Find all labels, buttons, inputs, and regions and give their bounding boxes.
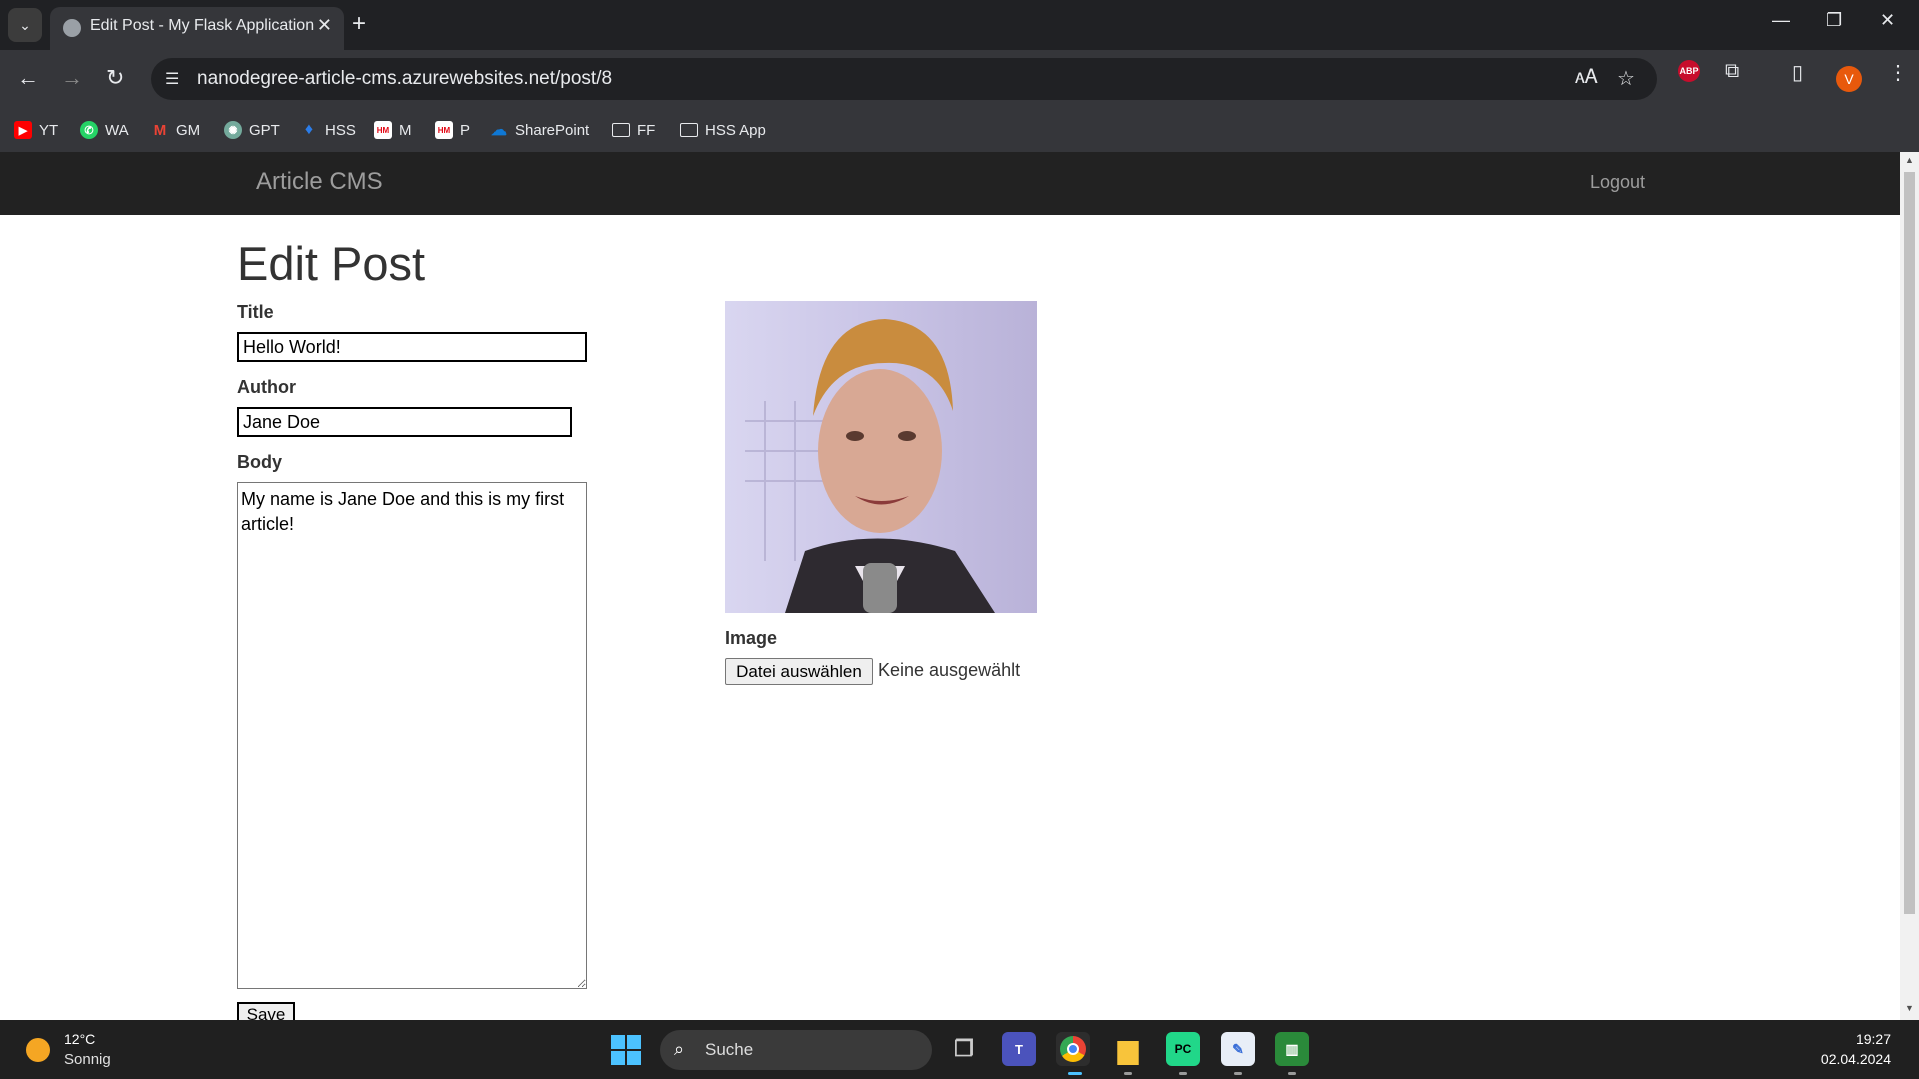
bookmark-wa[interactable]: ✆ WA (80, 108, 129, 152)
logout-link[interactable]: Logout (1590, 172, 1645, 193)
bookmark-m[interactable]: HM M (374, 108, 412, 152)
profile-avatar[interactable]: V (1836, 66, 1862, 92)
tab-title: Edit Post - My Flask Application (90, 17, 315, 34)
app-indicator (1124, 1072, 1132, 1075)
app-indicator (1288, 1072, 1296, 1075)
restore-icon[interactable]: ❐ (1826, 10, 1842, 31)
spreadsheet-icon[interactable]: ▥ (1275, 1032, 1309, 1066)
bookmark-label: M (399, 121, 412, 139)
search-placeholder: Suche (705, 1040, 754, 1059)
youtube-icon: ▶ (14, 121, 32, 139)
sun-icon[interactable] (26, 1038, 50, 1062)
hm-icon: HM (435, 121, 453, 139)
folder-icon (680, 123, 698, 137)
back-icon[interactable]: ← (17, 65, 39, 91)
bookmark-label: SharePoint (515, 121, 590, 139)
url-text[interactable]: nanodegree-article-cms.azurewebsites.net… (197, 68, 612, 90)
hm-icon: HM (374, 121, 392, 139)
side-panel-icon[interactable]: ▯ (1792, 60, 1803, 85)
pycharm-icon[interactable]: PC (1166, 1032, 1200, 1066)
search-icon: ⌕ (674, 1039, 685, 1059)
page-title: Edit Post (237, 237, 426, 290)
bookmark-label: HSS App (705, 121, 766, 139)
forward-icon[interactable]: → (61, 65, 83, 91)
page-scrollbar[interactable]: ▲ ▼ (1900, 152, 1919, 1020)
clock-time[interactable]: 19:27 (1856, 1031, 1891, 1047)
browser-tab-active[interactable]: Edit Post - My Flask Application ✕ (50, 7, 344, 50)
brand-link[interactable]: Article CMS (256, 168, 383, 196)
bookmark-label: WA (105, 121, 129, 139)
folder-icon (612, 123, 630, 137)
bookmark-p[interactable]: HM P (435, 108, 470, 152)
bookmark-label: GPT (249, 121, 280, 139)
file-explorer-icon[interactable]: ▆ (1111, 1032, 1145, 1066)
bookmark-label: FF (637, 121, 656, 139)
teams-icon[interactable]: T (1002, 1032, 1036, 1066)
chrome-icon[interactable] (1056, 1032, 1090, 1066)
file-status-text: Keine ausgewählt (878, 660, 1021, 680)
notepad-icon[interactable]: ✎ (1221, 1032, 1255, 1066)
address-bar[interactable]: ☰ nanodegree-article-cms.azurewebsites.n… (151, 58, 1657, 100)
scroll-up-icon[interactable]: ▲ (1905, 155, 1914, 165)
more-menu-icon[interactable]: ⋮ (1888, 60, 1908, 85)
hss-icon: ♦ (304, 121, 314, 138)
active-app-indicator (1068, 1072, 1082, 1075)
app-navbar: Article CMS Logout (0, 152, 1900, 215)
reload-icon[interactable]: ↻ (106, 65, 124, 91)
tab-search-button[interactable]: ⌄ (8, 8, 42, 42)
title-input[interactable] (237, 332, 587, 362)
body-textarea[interactable]: My name is Jane Doe and this is my first… (237, 482, 587, 989)
bookmark-star-icon[interactable]: ☆ (1617, 66, 1635, 91)
bookmark-gpt[interactable]: ✺ GPT (224, 108, 280, 152)
bookmark-yt[interactable]: ▶ YT (14, 108, 58, 152)
bookmark-hss-app[interactable]: HSS App (680, 108, 766, 152)
weather-condition[interactable]: Sonnig (64, 1051, 111, 1068)
bookmarks-bar: ▶ YT ✆ WA M GM ✺ GPT ♦ HSS HM M HM P ☁ S… (0, 108, 1919, 153)
chatgpt-icon: ✺ (224, 121, 242, 139)
new-tab-icon[interactable]: + (352, 10, 366, 38)
author-label: Author (237, 377, 296, 397)
onedrive-icon: ☁ (491, 122, 507, 139)
taskbar-search[interactable]: ⌕ Suche (660, 1030, 932, 1070)
windows-start-icon[interactable] (611, 1035, 641, 1065)
author-input[interactable] (237, 407, 572, 437)
post-image (725, 301, 1037, 613)
gmail-icon: M (153, 121, 167, 139)
scroll-thumb[interactable] (1904, 172, 1915, 914)
weather-temperature[interactable]: 12°C (64, 1031, 95, 1047)
close-tab-icon[interactable]: ✕ (317, 15, 332, 36)
bookmark-label: HSS (325, 121, 356, 139)
bookmark-label: YT (39, 121, 59, 139)
close-window-icon[interactable]: ✕ (1880, 10, 1895, 31)
globe-icon (63, 19, 81, 37)
browser-tab-bar: ⌄ Edit Post - My Flask Application ✕ + —… (0, 0, 1919, 50)
clock-date[interactable]: 02.04.2024 (1821, 1051, 1891, 1067)
chevron-down-icon: ⌄ (19, 16, 31, 33)
adblock-icon[interactable]: ABP (1678, 60, 1700, 82)
image-label: Image (725, 628, 778, 648)
extensions-icon[interactable]: ⧉ (1725, 60, 1739, 83)
body-label: Body (237, 452, 282, 472)
minimize-icon[interactable]: — (1772, 10, 1790, 31)
app-indicator (1234, 1072, 1242, 1075)
scroll-down-icon[interactable]: ▼ (1905, 1003, 1914, 1013)
bookmark-sharepoint[interactable]: ☁ SharePoint (490, 108, 589, 152)
task-view-icon[interactable]: ❐ (947, 1032, 981, 1066)
translate-icon[interactable]: 🗚 (1575, 66, 1598, 89)
app-indicator (1179, 1072, 1187, 1075)
bookmark-label: P (460, 121, 471, 139)
bookmark-ff[interactable]: FF (612, 108, 655, 152)
site-info-icon[interactable]: ☰ (165, 69, 179, 89)
bookmark-hss[interactable]: ♦ HSS (300, 108, 356, 152)
windows-taskbar: 12°C Sonnig ⌕ Suche ❐ T ▆ PC ✎ ▥ 19:27 0… (0, 1020, 1919, 1079)
whatsapp-icon: ✆ (80, 121, 98, 139)
choose-file-button[interactable]: Datei auswählen (725, 658, 873, 685)
title-label: Title (237, 302, 274, 322)
bookmark-gm[interactable]: M GM (151, 108, 200, 152)
bookmark-label: GM (176, 121, 201, 139)
browser-toolbar: ← → ↻ ☰ nanodegree-article-cms.azurewebs… (0, 50, 1919, 108)
